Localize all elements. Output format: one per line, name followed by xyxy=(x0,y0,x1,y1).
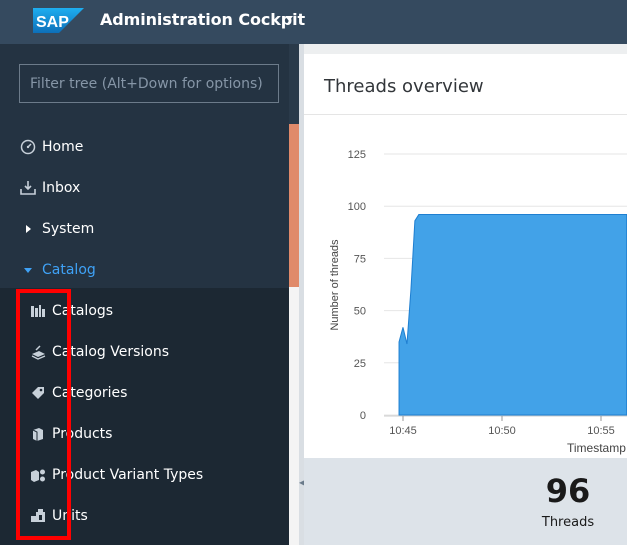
sidebar-item-units[interactable]: Units xyxy=(0,495,289,536)
sidebar-item-label: Product Variant Types xyxy=(52,466,204,483)
card-title: Threads overview xyxy=(324,76,484,97)
sidebar-scrollbar-thumb[interactable] xyxy=(289,124,299,287)
sidebar-item-label: Inbox xyxy=(42,179,81,196)
y-tick-label: 0 xyxy=(360,410,366,422)
sidebar-item-catalog[interactable]: Catalog xyxy=(0,249,289,290)
y-tick-label: 75 xyxy=(354,253,366,265)
sidebar-item-label: Categories xyxy=(52,384,128,401)
sidebar-scrollbar-lower[interactable] xyxy=(289,287,299,545)
catalogs-icon xyxy=(30,303,46,319)
filter-tree-input[interactable] xyxy=(19,64,279,103)
tag-icon xyxy=(30,385,46,401)
sidebar-item-label: Catalog Versions xyxy=(52,343,169,360)
y-tick-label: 125 xyxy=(348,149,366,161)
sidebar-item-products[interactable]: Products xyxy=(0,413,289,454)
sidebar-item-label: Catalogs xyxy=(52,302,114,319)
catalog-versions-icon xyxy=(30,344,46,360)
y-tick-label: 50 xyxy=(354,306,366,318)
x-tick-label: 10:45 xyxy=(389,425,417,437)
sidebar-item-inbox[interactable]: Inbox xyxy=(0,167,289,208)
sidebar-item-product-variant-types[interactable]: Product Variant Types xyxy=(0,454,289,495)
threads-chart: 0 25 50 75 100 125 10:45 10:50 10:55 Timestamp Num… xyxy=(329,149,627,455)
sidebar-item-label: Home xyxy=(42,138,84,155)
caret-down-icon[interactable] xyxy=(285,16,293,21)
sidebar-item-label: Products xyxy=(52,425,113,442)
inbox-icon xyxy=(20,180,36,196)
x-tick-label: 10:55 xyxy=(587,425,615,437)
x-tick-label: 10:50 xyxy=(488,425,516,437)
product-icon xyxy=(30,426,46,442)
sidebar-item-catalog-versions[interactable]: Catalog Versions xyxy=(0,331,289,372)
shell-header xyxy=(0,0,627,44)
dashboard-icon xyxy=(20,139,36,155)
y-axis-label: Number of threads xyxy=(329,239,341,331)
sidebar-item-home[interactable]: Home xyxy=(0,126,289,167)
y-tick-label: 100 xyxy=(348,201,366,213)
units-icon xyxy=(30,508,46,524)
area-series xyxy=(398,214,627,416)
variant-types-icon xyxy=(30,467,46,483)
y-tick-label: 25 xyxy=(354,358,366,370)
sidebar-item-categories[interactable]: Categories xyxy=(0,372,289,413)
sidebar-item-catalogs[interactable]: Catalogs xyxy=(0,290,289,331)
caret-down-icon xyxy=(20,262,36,278)
sidebar-item-label: Catalog xyxy=(42,261,96,278)
caret-right-icon xyxy=(20,221,36,237)
sidebar: Home Inbox System Catalog Catalogs Catal… xyxy=(0,44,299,545)
sidebar-item-label: Units xyxy=(52,507,88,524)
x-axis-label: Timestamp xyxy=(567,441,626,455)
sidebar-item-system[interactable]: System xyxy=(0,208,289,249)
svg-text:SAP: SAP xyxy=(36,14,69,31)
sidebar-item-label: System xyxy=(42,220,95,237)
sap-logo[interactable]: SAP xyxy=(33,8,84,33)
kpi-label: Threads xyxy=(541,515,595,530)
app-title[interactable]: Administration Cockpit xyxy=(100,10,305,30)
kpi-value: 96 xyxy=(545,472,591,510)
